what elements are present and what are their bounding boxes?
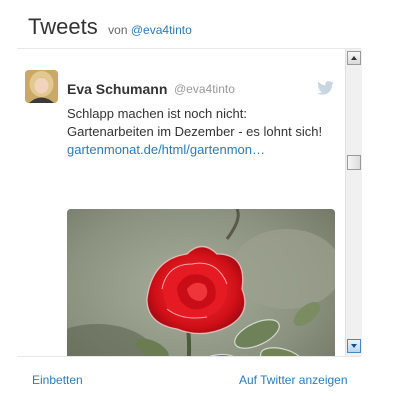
timeline[interactable]: Eva Schumann @eva4tinto Schlapp machen i… <box>17 49 345 356</box>
author-handle[interactable]: @eva4tinto <box>174 82 235 96</box>
scroll-down-button[interactable] <box>347 339 361 353</box>
scroll-up-button[interactable] <box>347 51 361 65</box>
timeline-bottom-border <box>17 356 361 357</box>
widget-header: Tweets von @eva4tinto <box>28 14 192 42</box>
widget-title: Tweets <box>28 14 98 39</box>
widget-byline: von @eva4tinto <box>108 23 192 37</box>
rose-photo <box>67 209 335 356</box>
tweet-link[interactable]: gartenmonat.de/html/gartenmon… <box>67 142 265 157</box>
timeline-scrollbar[interactable] <box>345 49 362 356</box>
tweet-text: Schlapp machen ist noch nicht: Gartenarb… <box>67 105 335 159</box>
author-name[interactable]: Eva Schumann <box>67 81 167 97</box>
arrow-down-icon <box>351 344 357 348</box>
scroll-thumb[interactable] <box>347 155 361 170</box>
tweet-media[interactable] <box>67 209 335 356</box>
byline-handle-link[interactable]: @eva4tinto <box>131 23 192 37</box>
arrow-up-icon <box>351 56 357 60</box>
embed-link[interactable]: Einbetten <box>32 373 83 387</box>
byline-prefix: von <box>108 23 128 37</box>
tweet-body: Schlapp machen ist noch nicht: Gartenarb… <box>67 106 323 139</box>
avatar[interactable] <box>25 70 58 103</box>
view-on-twitter-link[interactable]: Auf Twitter anzeigen <box>239 373 348 387</box>
twitter-bird-icon[interactable] <box>317 81 334 95</box>
